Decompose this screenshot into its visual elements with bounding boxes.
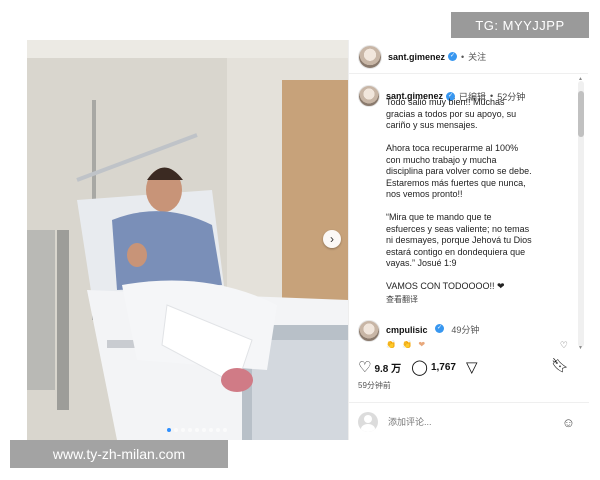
scrollbar[interactable] [578,81,584,347]
avatar[interactable] [358,44,382,69]
carousel-dots [167,428,227,432]
scrollbar-thumb[interactable] [578,91,584,137]
carousel-dot[interactable] [209,428,213,432]
post-actions: ♡ 9.8 万 ◯ 1,767 ▽ 🔖︎ [349,352,589,382]
instagram-post: › sant.gimenez ✓ • 关注 sant.gimenez ✓ 已编辑… [27,40,589,440]
carousel-dot[interactable] [216,428,220,432]
chevron-right-icon: › [330,232,334,246]
bookmark-icon[interactable]: 🔖︎ [551,357,569,374]
comment-avatar[interactable] [358,320,380,342]
like-button[interactable]: ♡ 9.8 万 [358,358,401,376]
comments-panel: sant.gimenez ✓ • 关注 sant.gimenez ✓ 已编辑 •… [348,40,589,440]
carousel-dot[interactable] [223,428,227,432]
header-separator: • [461,51,465,62]
post-time-ago: 59分钟前 [358,381,391,390]
carousel-dot[interactable] [167,428,171,432]
carousel-dot[interactable] [181,428,185,432]
share-button[interactable]: ▽ [466,358,481,376]
caption: sant.gimenez ✓ 已编辑 • 52分钟 Todo salió muy… [358,85,558,305]
carousel-dot[interactable] [188,428,192,432]
carousel-next-button[interactable]: › [323,230,341,248]
scroll-down-arrow-icon[interactable]: ▼ [578,345,583,351]
see-translation-link[interactable]: 查看翻译 [386,294,558,305]
comment-text: 👏 👏 ❤ [386,340,428,349]
header-username[interactable]: sant.gimenez [388,52,445,62]
user-avatar [358,411,378,432]
hospital-bed-photo [27,40,348,440]
comment-time: 49分钟 [451,325,480,335]
smiley-icon[interactable]: ☺ [562,415,575,430]
carousel-dot[interactable] [174,428,178,432]
verified-badge-icon: ✓ [434,324,444,334]
post-photo[interactable]: › [27,40,348,440]
add-comment-input[interactable]: 添加评论... [388,415,432,428]
comment-username[interactable]: cmpulisic [386,325,428,335]
comment-like-heart-icon[interactable]: ♡ [560,340,568,351]
send-icon: ▽ [465,359,478,376]
likes-count: 9.8 万 [374,363,402,375]
follow-button[interactable]: 关注 [468,50,486,63]
carousel-dot[interactable] [202,428,206,432]
carousel-dot[interactable] [195,428,199,432]
add-comment-bar: 添加评论... ☺ [349,402,589,440]
caption-avatar[interactable] [358,85,380,107]
watermark-bottom: www.ty-zh-milan.com [10,440,228,468]
heart-icon: ♡ [358,359,372,376]
comments-scroll-area[interactable]: sant.gimenez ✓ 已编辑 • 52分钟 Todo salió muy… [349,75,589,352]
comments-count: 1,767 [430,361,456,373]
verified-badge-icon: ✓ [448,52,458,61]
comment-item: cmpulisic ✓ 49分钟 👏 👏 ❤ ♡ [358,320,568,351]
scroll-up-arrow-icon[interactable]: ▲ [578,76,583,82]
comment-icon: ◯ [411,359,428,376]
comment-button[interactable]: ◯ 1,767 [411,358,456,376]
watermark-top: TG: MYYJJPP [451,12,589,38]
post-header: sant.gimenez ✓ • 关注 [349,40,588,74]
caption-text: Todo salió muy bien!! Muchas gracias a t… [386,97,532,291]
